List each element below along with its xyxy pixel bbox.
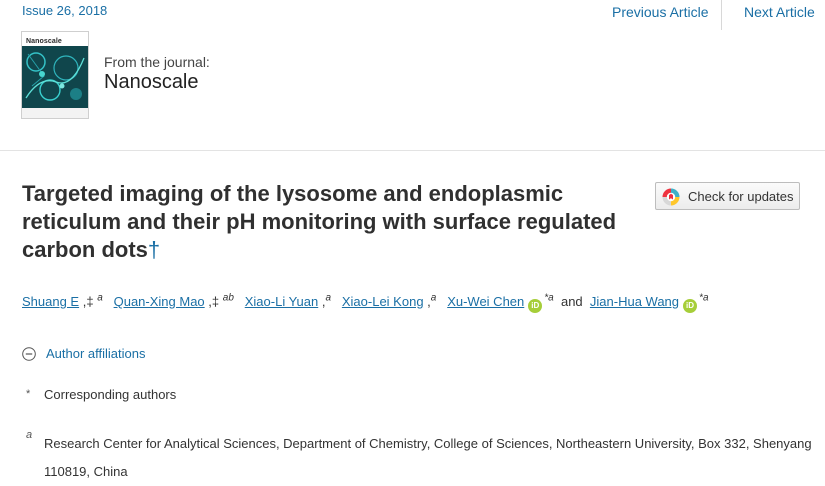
journal-from-label: From the journal: [104,54,210,70]
author-marks: ‡ [211,294,220,309]
corresponding-marker: * [26,388,31,400]
affiliation-marker: a [702,292,709,304]
author-list: Shuang E ,‡ a Quan-Xing Mao ,‡ ab Xiao-L… [22,292,709,313]
journal-name[interactable]: Nanoscale [104,71,199,94]
author-link[interactable]: Xu-Wei Chen [447,294,524,309]
orcid-icon[interactable]: iD [528,299,543,313]
and-word: and [560,294,583,309]
article-title-text: Targeted imaging of the lysosome and end… [22,181,617,262]
cover-art [22,46,88,108]
crossmark-icon [662,188,680,206]
next-article-link[interactable]: Next Article [744,4,815,20]
corresponding-authors-note: Corresponding authors [44,387,177,402]
author-link[interactable]: Shuang E [22,294,79,309]
check-for-updates-label: Check for updates [688,189,794,204]
affiliation-marker: a [325,292,332,304]
top-bar: Issue 26, 2018 Previous Article Next Art… [0,0,825,150]
collapse-minus-icon [22,347,36,361]
author-affiliations-label: Author affiliations [46,346,146,361]
header-divider [0,150,825,151]
author-link[interactable]: Quan-Xing Mao [114,294,205,309]
check-for-updates-button[interactable]: Check for updates [655,182,800,210]
author-link[interactable]: Xiao-Lei Kong [342,294,424,309]
orcid-icon[interactable]: iD [683,299,698,313]
affiliation-marker: a [548,292,554,304]
affiliation-a-marker: a [26,429,33,441]
article-title: Targeted imaging of the lysosome and end… [22,180,642,264]
issue-link[interactable]: Issue 26, 2018 [22,3,107,18]
author-link[interactable]: Jian-Hua Wang [590,294,679,309]
nav-divider [721,0,722,30]
esi-dagger-link[interactable]: † [148,237,160,262]
journal-cover-thumbnail[interactable]: Nanoscale [21,31,89,119]
cover-title: Nanoscale [26,38,62,45]
author-marks: ‡ [86,294,94,309]
cover-footer [22,108,88,118]
affiliation-marker: a [97,292,103,304]
affiliation-marker: a [430,292,437,304]
author-link[interactable]: Xiao-Li Yuan [245,294,319,309]
affiliation-marker: ab [222,292,234,304]
previous-article-link[interactable]: Previous Article [612,4,708,20]
